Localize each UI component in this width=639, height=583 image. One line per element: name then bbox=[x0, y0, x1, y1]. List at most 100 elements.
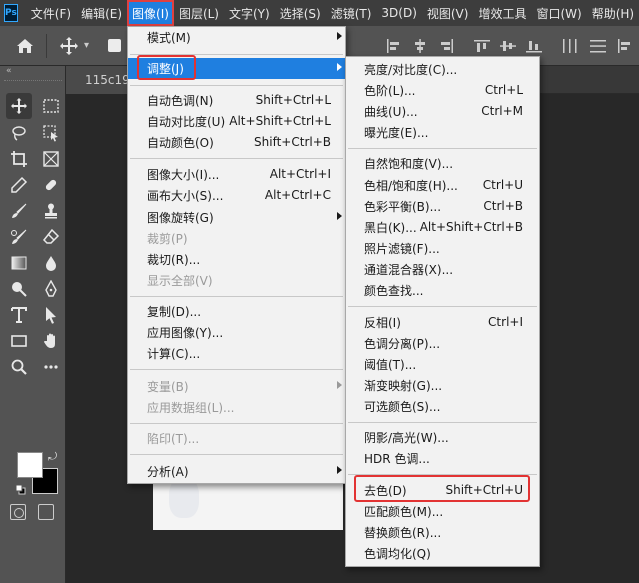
adjust-threshold[interactable]: 阈值(T)... bbox=[346, 354, 539, 375]
marquee-icon bbox=[43, 99, 59, 113]
adjust-curves[interactable]: 曲线(U)... Ctrl+M bbox=[346, 101, 539, 122]
image-menu-auto-color[interactable]: 自动颜色(O) Shift+Ctrl+B bbox=[128, 132, 345, 153]
dodge-tool[interactable] bbox=[6, 276, 32, 302]
menu-select[interactable]: 选择(S) bbox=[275, 0, 326, 26]
menu-3d[interactable]: 3D(D) bbox=[376, 0, 421, 26]
image-menu-auto-contrast[interactable]: 自动对比度(U) Alt+Shift+Ctrl+L bbox=[128, 111, 345, 132]
adjust-vibrance[interactable]: 自然饱和度(V)... bbox=[346, 153, 539, 174]
adjust-brightness-contrast[interactable]: 亮度/对比度(C)... bbox=[346, 59, 539, 80]
image-menu-analysis[interactable]: 分析(A) bbox=[128, 461, 345, 482]
menu-separator bbox=[130, 454, 343, 455]
brush-tool[interactable] bbox=[6, 198, 32, 224]
crop-icon bbox=[11, 151, 27, 167]
menu-image[interactable]: 图像(I) bbox=[127, 0, 174, 26]
adjust-levels[interactable]: 色阶(L)... Ctrl+L bbox=[346, 80, 539, 101]
menu-window[interactable]: 窗口(W) bbox=[531, 0, 586, 26]
image-menu-trim[interactable]: 裁切(R)... bbox=[128, 249, 345, 270]
align-more-icon[interactable] bbox=[616, 39, 632, 53]
panel-grip[interactable] bbox=[4, 80, 62, 83]
image-menu-apply-image[interactable]: 应用图像(Y)... bbox=[128, 322, 345, 343]
image-menu-rotation[interactable]: 图像旋转(G) bbox=[128, 207, 345, 228]
hand-icon bbox=[44, 333, 55, 348]
adjust-posterize[interactable]: 色调分离(P)... bbox=[346, 333, 539, 354]
menu-layer[interactable]: 图层(L) bbox=[174, 0, 224, 26]
adjust-photo-filter[interactable]: 照片滤镜(F)... bbox=[346, 238, 539, 259]
move-icon[interactable] bbox=[58, 35, 80, 57]
image-menu-duplicate[interactable]: 复制(D)... bbox=[128, 301, 345, 322]
rectangle-icon bbox=[11, 335, 27, 347]
adjust-invert[interactable]: 反相(I) Ctrl+I bbox=[346, 312, 539, 333]
crop-tool[interactable] bbox=[6, 146, 32, 172]
more-tools[interactable] bbox=[38, 354, 64, 380]
align-top-icon[interactable] bbox=[474, 39, 490, 53]
align-middle-icon[interactable] bbox=[500, 39, 516, 53]
pen-tool[interactable] bbox=[38, 276, 64, 302]
menu-separator bbox=[130, 369, 343, 370]
submenu-arrow-icon bbox=[337, 32, 342, 40]
frame-tool[interactable] bbox=[38, 146, 64, 172]
distribute-icon[interactable] bbox=[562, 39, 578, 53]
type-tool[interactable] bbox=[6, 302, 32, 328]
menu-view[interactable]: 视图(V) bbox=[422, 0, 474, 26]
adjust-color-balance[interactable]: 色彩平衡(B)... Ctrl+B bbox=[346, 196, 539, 217]
adjust-selective-color[interactable]: 可选颜色(S)... bbox=[346, 396, 539, 417]
image-menu-mode[interactable]: 模式(M) bbox=[128, 27, 345, 48]
eraser-icon bbox=[42, 228, 60, 244]
adjust-hdr-toning[interactable]: HDR 色调... bbox=[346, 448, 539, 469]
image-menu-auto-tone[interactable]: 自动色调(N) Shift+Ctrl+L bbox=[128, 90, 345, 111]
menu-type[interactable]: 文字(Y) bbox=[224, 0, 275, 26]
submenu-arrow-icon bbox=[337, 63, 342, 71]
image-menu-canvas-size[interactable]: 画布大小(S)... Alt+Ctrl+C bbox=[128, 185, 345, 206]
menu-bar: Ps 文件(F) 编辑(E) 图像(I) 图层(L) 文字(Y) 选择(S) 滤… bbox=[0, 0, 639, 26]
image-menu-image-size[interactable]: 图像大小(I)... Alt+Ctrl+I bbox=[128, 164, 345, 185]
adjust-equalize[interactable]: 色调均化(Q) bbox=[346, 543, 539, 564]
image-menu-calculations[interactable]: 计算(C)... bbox=[128, 343, 345, 364]
distribute-spacing-icon[interactable] bbox=[590, 39, 606, 53]
eyedropper-tool[interactable] bbox=[6, 172, 32, 198]
menu-help[interactable]: 帮助(H) bbox=[587, 0, 639, 26]
pen-icon bbox=[45, 280, 57, 297]
chevron-down-icon[interactable]: ▾ bbox=[84, 40, 89, 51]
adjust-exposure[interactable]: 曝光度(E)... bbox=[346, 122, 539, 143]
history-brush-tool[interactable] bbox=[6, 224, 32, 250]
spot-healing-tool[interactable] bbox=[38, 172, 64, 198]
quick-mask-icon[interactable] bbox=[10, 504, 26, 520]
menu-filter[interactable]: 滤镜(T) bbox=[326, 0, 377, 26]
rectangle-tool[interactable] bbox=[6, 328, 32, 354]
swap-colors-icon[interactable]: ⤾ bbox=[48, 450, 57, 464]
collapse-icon[interactable]: « bbox=[6, 66, 12, 76]
menu-file[interactable]: 文件(F) bbox=[26, 0, 76, 26]
lasso-tool[interactable] bbox=[6, 120, 32, 146]
adjust-hue-saturation[interactable]: 色相/饱和度(H)... Ctrl+U bbox=[346, 175, 539, 196]
hand-tool[interactable] bbox=[38, 328, 64, 354]
align-bottom-icon[interactable] bbox=[526, 39, 542, 53]
move-tool[interactable] bbox=[6, 93, 32, 119]
eraser-tool[interactable] bbox=[38, 224, 64, 250]
foreground-color-swatch[interactable] bbox=[17, 452, 43, 478]
marquee-tool[interactable] bbox=[38, 93, 64, 119]
adjust-black-white[interactable]: 黑白(K)... Alt+Shift+Ctrl+B bbox=[346, 217, 539, 238]
object-select-icon bbox=[43, 125, 58, 142]
blur-tool[interactable] bbox=[38, 250, 64, 276]
gradient-tool[interactable] bbox=[6, 250, 32, 276]
align-center-icon[interactable] bbox=[412, 39, 428, 53]
screen-mode-icon[interactable] bbox=[38, 504, 54, 520]
object-select-tool[interactable] bbox=[38, 120, 64, 146]
clone-stamp-tool[interactable] bbox=[38, 198, 64, 224]
menu-edit[interactable]: 编辑(E) bbox=[76, 0, 127, 26]
menu-plugins[interactable]: 增效工具 bbox=[473, 0, 531, 26]
zoom-tool[interactable] bbox=[6, 354, 32, 380]
adjust-replace-color[interactable]: 替换颜色(R)... bbox=[346, 522, 539, 543]
default-colors-icon[interactable] bbox=[15, 484, 26, 495]
adjust-gradient-map[interactable]: 渐变映射(G)... bbox=[346, 375, 539, 396]
menu-separator bbox=[130, 423, 343, 424]
adjust-channel-mixer[interactable]: 通道混合器(X)... bbox=[346, 259, 539, 280]
path-select-tool[interactable] bbox=[38, 302, 64, 328]
align-left-icon[interactable] bbox=[386, 39, 402, 53]
home-icon[interactable] bbox=[14, 35, 36, 57]
auto-select-checkbox[interactable] bbox=[108, 39, 121, 52]
adjust-color-lookup[interactable]: 颜色查找... bbox=[346, 280, 539, 301]
align-right-icon[interactable] bbox=[438, 39, 454, 53]
adjust-shadows-highlights[interactable]: 阴影/高光(W)... bbox=[346, 427, 539, 448]
adjust-match-color[interactable]: 匹配颜色(M)... bbox=[346, 501, 539, 522]
